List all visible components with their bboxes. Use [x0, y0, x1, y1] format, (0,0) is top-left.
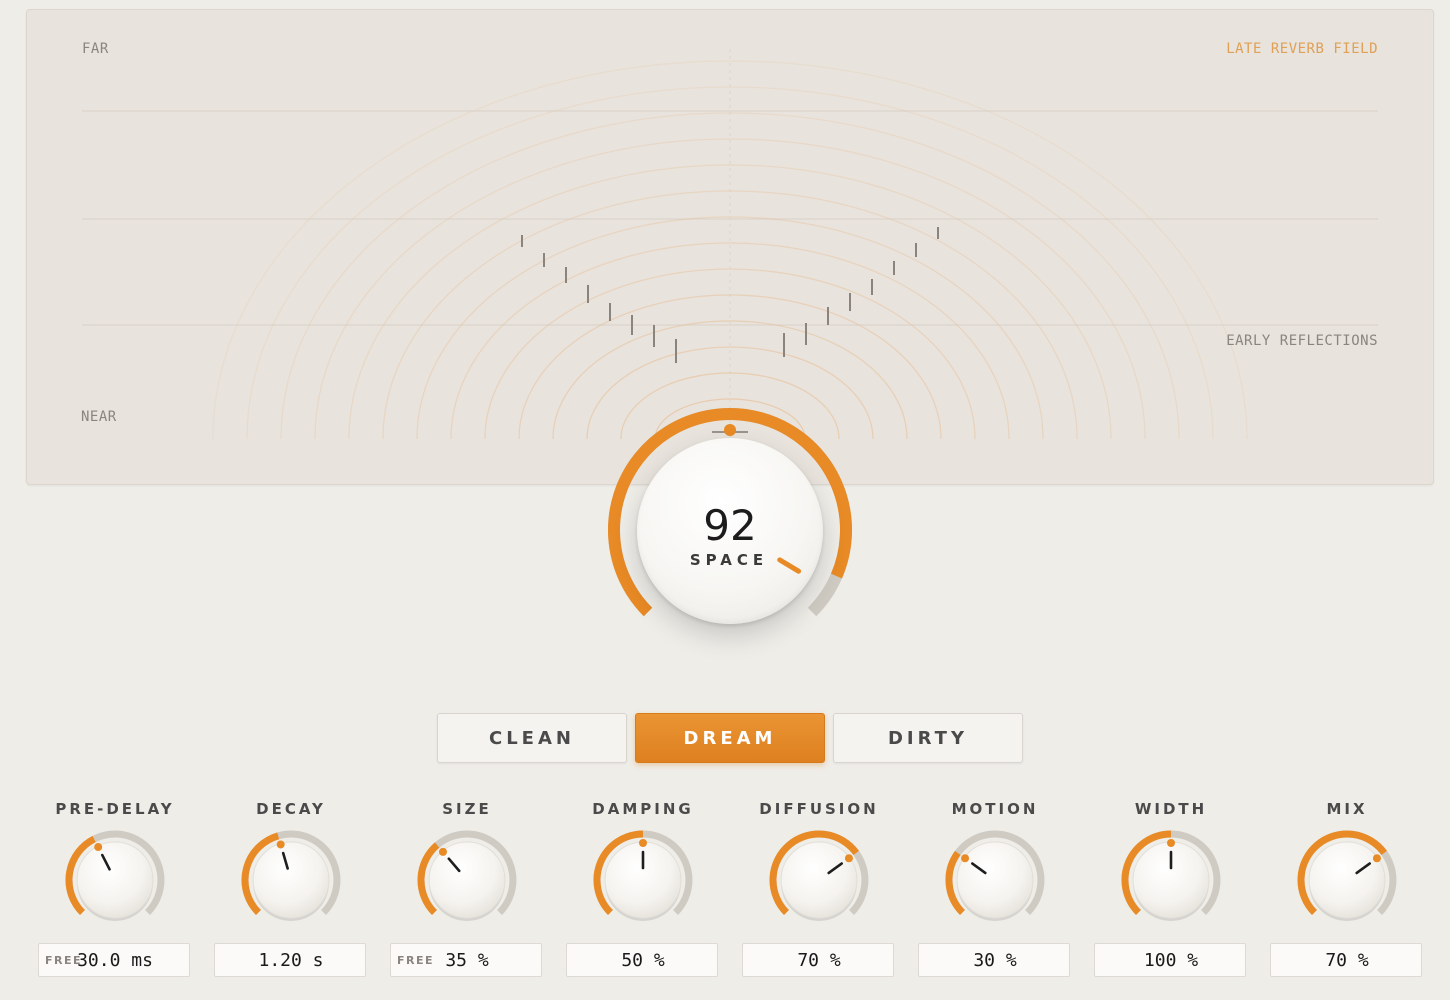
knob-face — [780, 841, 858, 919]
damping-label: DAMPING — [592, 800, 694, 818]
knob-face — [1308, 841, 1386, 919]
far-label: FAR — [82, 41, 109, 57]
reverb-contour-13 — [212, 60, 1248, 440]
knob-face — [76, 841, 154, 919]
knob-dot — [438, 847, 447, 856]
knob-face — [252, 841, 330, 919]
size-knob[interactable] — [407, 822, 527, 942]
mode-clean-button[interactable]: CLEAN — [437, 713, 627, 763]
knob-dot — [94, 843, 103, 852]
motion-value: 30 % — [973, 950, 1017, 971]
pre-delay-label: PRE-DELAY — [55, 800, 175, 818]
space-label: SPACE — [689, 551, 769, 569]
param-motion: MOTION 30 % — [917, 800, 1073, 985]
knob-dot — [639, 839, 647, 847]
size-label: SIZE — [442, 800, 492, 818]
motion-value-field[interactable]: 30 % — [918, 943, 1070, 977]
size-value: 35 % — [445, 950, 489, 971]
motion-label: MOTION — [951, 800, 1039, 818]
param-mix: MIX 70 % — [1269, 800, 1425, 985]
pre-delay-value-field[interactable]: FREE 30.0 ms — [38, 943, 190, 977]
param-diffusion: DIFFUSION 70 % — [741, 800, 897, 985]
param-decay: DECAY 1.20 s — [213, 800, 369, 985]
param-pre-delay: PRE-DELAY FREE 30.0 ms — [37, 800, 193, 985]
mix-value-field[interactable]: 70 % — [1270, 943, 1422, 977]
near-label: NEAR — [81, 409, 117, 425]
decay-value-field[interactable]: 1.20 s — [214, 943, 366, 977]
diffusion-knob[interactable] — [759, 822, 879, 942]
width-value: 100 % — [1143, 950, 1199, 971]
damping-value: 50 % — [621, 950, 665, 971]
diffusion-value-field[interactable]: 70 % — [742, 943, 894, 977]
knob-face — [956, 841, 1034, 919]
knob-dot — [276, 840, 285, 849]
knob-dot — [961, 854, 970, 863]
param-width: WIDTH 100 % — [1093, 800, 1249, 985]
pre-delay-value: 30.0 ms — [77, 950, 153, 971]
width-label: WIDTH — [1134, 800, 1208, 818]
decay-label: DECAY — [256, 800, 326, 818]
motion-knob[interactable] — [935, 822, 1055, 942]
early-reflections-label: EARLY REFLECTIONS — [1226, 333, 1378, 349]
mix-knob[interactable] — [1287, 822, 1407, 942]
mix-label: MIX — [1326, 800, 1368, 818]
param-size: SIZE FREE 35 % — [389, 800, 545, 985]
damping-value-field[interactable]: 50 % — [566, 943, 718, 977]
late-reverb-field-label: LATE REVERB FIELD — [1226, 41, 1378, 57]
mode-dream-button[interactable]: DREAM — [635, 713, 825, 763]
param-damping: DAMPING 50 % — [565, 800, 721, 985]
knob-dot — [844, 854, 853, 863]
knob-dot — [1372, 854, 1381, 863]
space-knob[interactable]: 92 SPACE — [600, 405, 860, 665]
pre-delay-knob[interactable] — [55, 822, 175, 942]
width-value-field[interactable]: 100 % — [1094, 943, 1246, 977]
space-value: 92 — [703, 501, 757, 550]
decay-knob[interactable] — [231, 822, 351, 942]
diffusion-label: DIFFUSION — [759, 800, 879, 818]
decay-value: 1.20 s — [258, 950, 324, 971]
mix-value: 70 % — [1325, 950, 1369, 971]
width-knob[interactable] — [1111, 822, 1231, 942]
damping-knob[interactable] — [583, 822, 703, 942]
size-value-field[interactable]: FREE 35 % — [390, 943, 542, 977]
mode-dirty-button[interactable]: DIRTY — [833, 713, 1023, 763]
knob-dot — [1167, 839, 1175, 847]
diffusion-value: 70 % — [797, 950, 841, 971]
